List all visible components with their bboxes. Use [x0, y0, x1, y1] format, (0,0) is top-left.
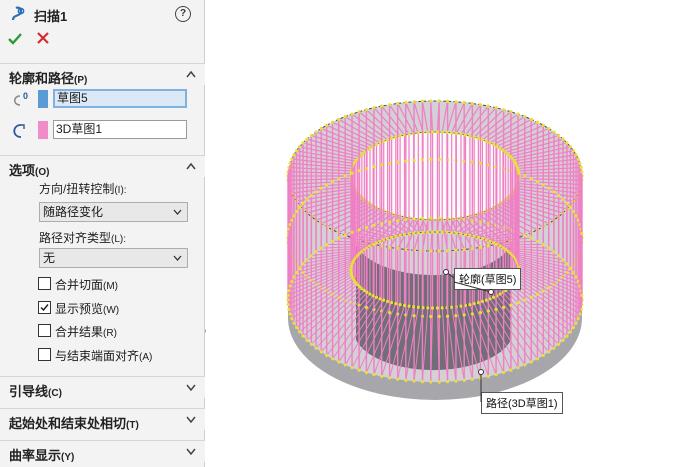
alignment-value: 无 — [43, 251, 56, 265]
profile-path-section-title: 轮廓和路径(P) — [9, 68, 87, 87]
checkmark-icon[interactable] — [8, 32, 22, 46]
show-preview-checkbox[interactable]: 显示预览(W) — [38, 300, 198, 316]
checkbox-box[interactable] — [38, 348, 51, 361]
start-end-tangency-label: 起始处和结束处相切 — [9, 416, 127, 431]
chevron-down-icon[interactable] — [186, 383, 196, 391]
checkbox-label: 显示预览(W) — [55, 300, 119, 317]
orientation-value: 随路径变化 — [43, 205, 104, 219]
chevron-up-icon[interactable] — [186, 70, 196, 78]
profile-selection-field[interactable]: 草图5 — [53, 89, 187, 108]
merge-tangent-faces-checkbox[interactable]: 合并切面(M) — [38, 276, 198, 292]
start-end-tangency-section-header[interactable]: 起始处和结束处相切(T) — [0, 408, 205, 432]
svg-text:0: 0 — [23, 91, 28, 101]
checkmark-icon — [40, 304, 49, 312]
chevron-up-icon[interactable] — [186, 162, 196, 170]
guide-curves-shortcut: (C) — [48, 388, 62, 399]
feature-title-row: 扫描1 ? — [6, 4, 199, 24]
checkbox-label: 与结束端面对齐(A) — [55, 347, 152, 364]
guide-curves-section-header[interactable]: 引导线(C) — [0, 376, 205, 400]
checkbox-shortcut: (M) — [103, 281, 119, 292]
path-color-swatch — [38, 121, 48, 139]
curvature-display-shortcut: (Y) — [61, 452, 75, 463]
path-selection-row: 3D草图1 — [8, 119, 198, 141]
alignment-label-text: 路径对齐类型 — [39, 231, 112, 245]
profile-color-swatch — [38, 90, 48, 108]
help-icon[interactable]: ? — [175, 6, 191, 22]
options-section-title: 选项(O) — [9, 160, 49, 179]
checkbox-label-text: 与结束端面对齐 — [55, 349, 140, 363]
curvature-display-section-header[interactable]: 曲率显示(Y) — [0, 440, 205, 464]
options-label: 选项 — [9, 163, 36, 178]
checkbox-shortcut: (R) — [103, 328, 117, 339]
checkbox-shortcut: (W) — [103, 305, 120, 316]
chevron-down-icon — [173, 255, 182, 261]
start-end-tangency-shortcut: (T) — [126, 420, 139, 431]
curvature-display-title: 曲率显示(Y) — [9, 445, 74, 464]
property-manager-panel: 扫描1 ? 轮廓和路径(P) 0 草图5 3D草图1 选项(O) 方向/扭转控制… — [0, 0, 205, 467]
checkbox-box[interactable] — [38, 324, 51, 337]
checkbox-shortcut: (A) — [139, 352, 153, 363]
profile-selection-icon: 0 — [14, 91, 28, 106]
checkbox-label-text: 合并结果 — [55, 325, 104, 339]
callout-leaders — [443, 269, 494, 402]
checkbox-label: 合并结果(R) — [55, 323, 117, 340]
graphics-viewport[interactable]: 轮廓(草图5) 路径(3D草图1) — [206, 0, 700, 467]
profile-path-shortcut: (P) — [74, 75, 88, 86]
checkbox-label-text: 显示预览 — [55, 302, 104, 316]
alignment-shortcut: (L): — [111, 234, 127, 245]
merge-result-checkbox[interactable]: 合并结果(R) — [38, 323, 198, 339]
alignment-label: 路径对齐类型(L): — [39, 229, 126, 246]
profile-path-section-header[interactable]: 轮廓和路径(P) — [0, 63, 205, 87]
close-icon[interactable] — [37, 32, 49, 44]
chevron-down-icon[interactable] — [186, 447, 196, 455]
options-section-header[interactable]: 选项(O) — [0, 155, 205, 179]
orientation-shortcut: (I): — [114, 185, 127, 196]
path-selection-icon — [13, 124, 25, 138]
guide-curves-label: 引导线 — [9, 384, 49, 399]
profile-path-label: 轮廓和路径 — [9, 71, 75, 86]
chevron-down-icon[interactable] — [186, 415, 196, 423]
guide-curves-title: 引导线(C) — [9, 381, 62, 400]
profile-selection-row: 0 草图5 — [8, 88, 198, 110]
orientation-label-text: 方向/扭转控制 — [39, 182, 115, 196]
sweep-icon — [11, 6, 25, 21]
path-selection-field[interactable]: 3D草图1 — [53, 120, 187, 139]
orientation-label: 方向/扭转控制(I): — [39, 180, 127, 197]
alignment-dropdown[interactable]: 无 — [39, 248, 188, 268]
checkbox-box[interactable] — [38, 301, 51, 314]
checkbox-label-text: 合并切面 — [55, 278, 104, 292]
chevron-down-icon — [173, 209, 182, 215]
checkbox-box[interactable] — [38, 277, 51, 290]
checkbox-label: 合并切面(M) — [55, 276, 118, 293]
align-with-end-faces-checkbox[interactable]: 与结束端面对齐(A) — [38, 347, 198, 363]
feature-title: 扫描1 — [34, 9, 68, 24]
orientation-dropdown[interactable]: 随路径变化 — [39, 202, 188, 222]
curvature-display-label: 曲率显示 — [9, 448, 62, 463]
options-shortcut: (O) — [35, 167, 50, 178]
start-end-tangency-title: 起始处和结束处相切(T) — [9, 413, 139, 432]
